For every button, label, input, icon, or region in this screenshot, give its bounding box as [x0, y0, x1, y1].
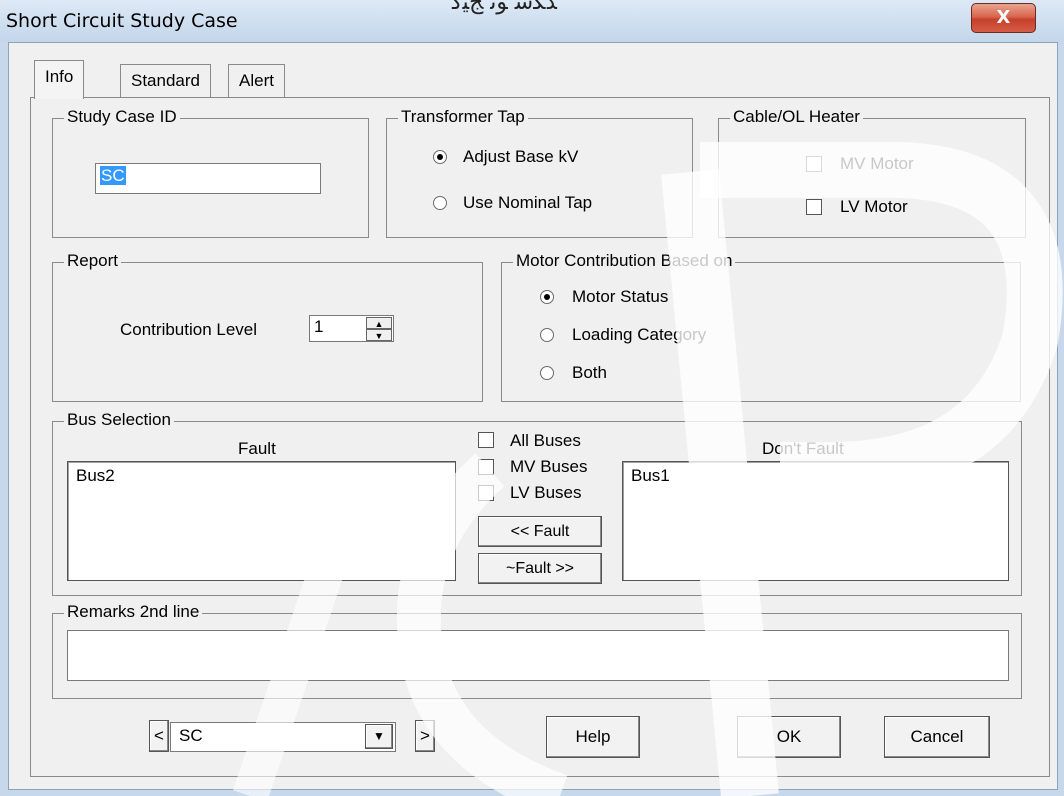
report-legend: Report	[64, 251, 122, 271]
use-nominal-tap-label: Use Nominal Tap	[463, 193, 593, 212]
previous-case-button[interactable]: <	[149, 720, 169, 752]
mv-buses-label: MV Buses	[510, 457, 588, 476]
chevron-down-icon[interactable]: ▼	[365, 724, 393, 749]
mv-motor-label: MV Motor	[840, 154, 914, 173]
case-select-dropdown[interactable]: SC	[170, 722, 396, 752]
contribution-level-value: 1	[314, 317, 324, 336]
both-radio[interactable]	[540, 366, 554, 380]
dont-fault-list-header: Don't Fault	[762, 439, 844, 458]
window-title: Short Circuit Study Case	[6, 10, 238, 32]
lv-motor-label: LV Motor	[840, 197, 908, 216]
remarks-legend: Remarks 2nd line	[64, 602, 203, 622]
title-decoration-text: ﺪﻜﺳ ﻮﺗ ﺞﯿﮔ	[452, 0, 557, 15]
case-select-value: SC	[179, 726, 203, 745]
mv-motor-checkbox[interactable]	[806, 156, 822, 172]
study-case-id-legend: Study Case ID	[64, 107, 180, 127]
bus-selection-legend: Bus Selection	[64, 410, 174, 430]
tab-alert[interactable]: Alert	[228, 64, 285, 98]
unfault-button[interactable]: ~Fault >>	[478, 553, 602, 584]
study-case-id-input[interactable]: SC	[95, 163, 321, 194]
adjust-base-kv-radio[interactable]	[433, 150, 447, 164]
list-item[interactable]: Bus2	[76, 466, 447, 486]
lv-motor-checkbox[interactable]	[806, 199, 822, 215]
close-button[interactable]: X	[971, 3, 1036, 33]
spin-down-button[interactable]: ▼	[366, 329, 392, 341]
next-case-button[interactable]: >	[415, 720, 435, 752]
list-item[interactable]: Bus1	[631, 466, 1000, 486]
lv-buses-checkbox[interactable]	[478, 485, 494, 501]
both-label: Both	[572, 363, 607, 382]
motor-status-radio[interactable]	[540, 290, 554, 304]
transformer-tap-legend: Transformer Tap	[398, 107, 528, 127]
ok-button[interactable]: OK	[737, 716, 841, 758]
lv-buses-label: LV Buses	[510, 483, 582, 502]
fault-bus-list[interactable]: Bus2	[67, 461, 456, 581]
cable-heater-group	[718, 118, 1026, 238]
spin-up-button[interactable]: ▲	[366, 317, 392, 329]
use-nominal-tap-radio[interactable]	[433, 196, 447, 210]
study-case-id-value: SC	[100, 166, 126, 185]
cancel-button[interactable]: Cancel	[884, 716, 990, 758]
tab-standard[interactable]: Standard	[120, 64, 211, 98]
transformer-tap-group	[386, 118, 693, 238]
tab-info[interactable]: Info	[34, 60, 85, 99]
remarks-input[interactable]	[67, 630, 1009, 681]
dont-fault-bus-list[interactable]: Bus1	[622, 461, 1009, 581]
all-buses-label: All Buses	[510, 431, 581, 450]
mv-buses-checkbox[interactable]	[478, 459, 494, 475]
all-buses-checkbox[interactable]	[478, 432, 494, 448]
motor-contribution-legend: Motor Contribution Based on	[513, 251, 736, 271]
fault-list-header: Fault	[238, 439, 276, 458]
adjust-base-kv-label: Adjust Base kV	[463, 147, 579, 166]
loading-category-radio[interactable]	[540, 328, 554, 342]
contribution-level-label: Contribution Level	[120, 320, 258, 339]
report-group	[52, 262, 483, 402]
loading-category-label: Loading Category	[572, 325, 707, 344]
fault-button[interactable]: << Fault	[478, 516, 602, 547]
help-button[interactable]: Help	[546, 716, 640, 758]
cable-heater-legend: Cable/OL Heater	[730, 107, 863, 127]
motor-status-label: Motor Status	[572, 287, 669, 306]
